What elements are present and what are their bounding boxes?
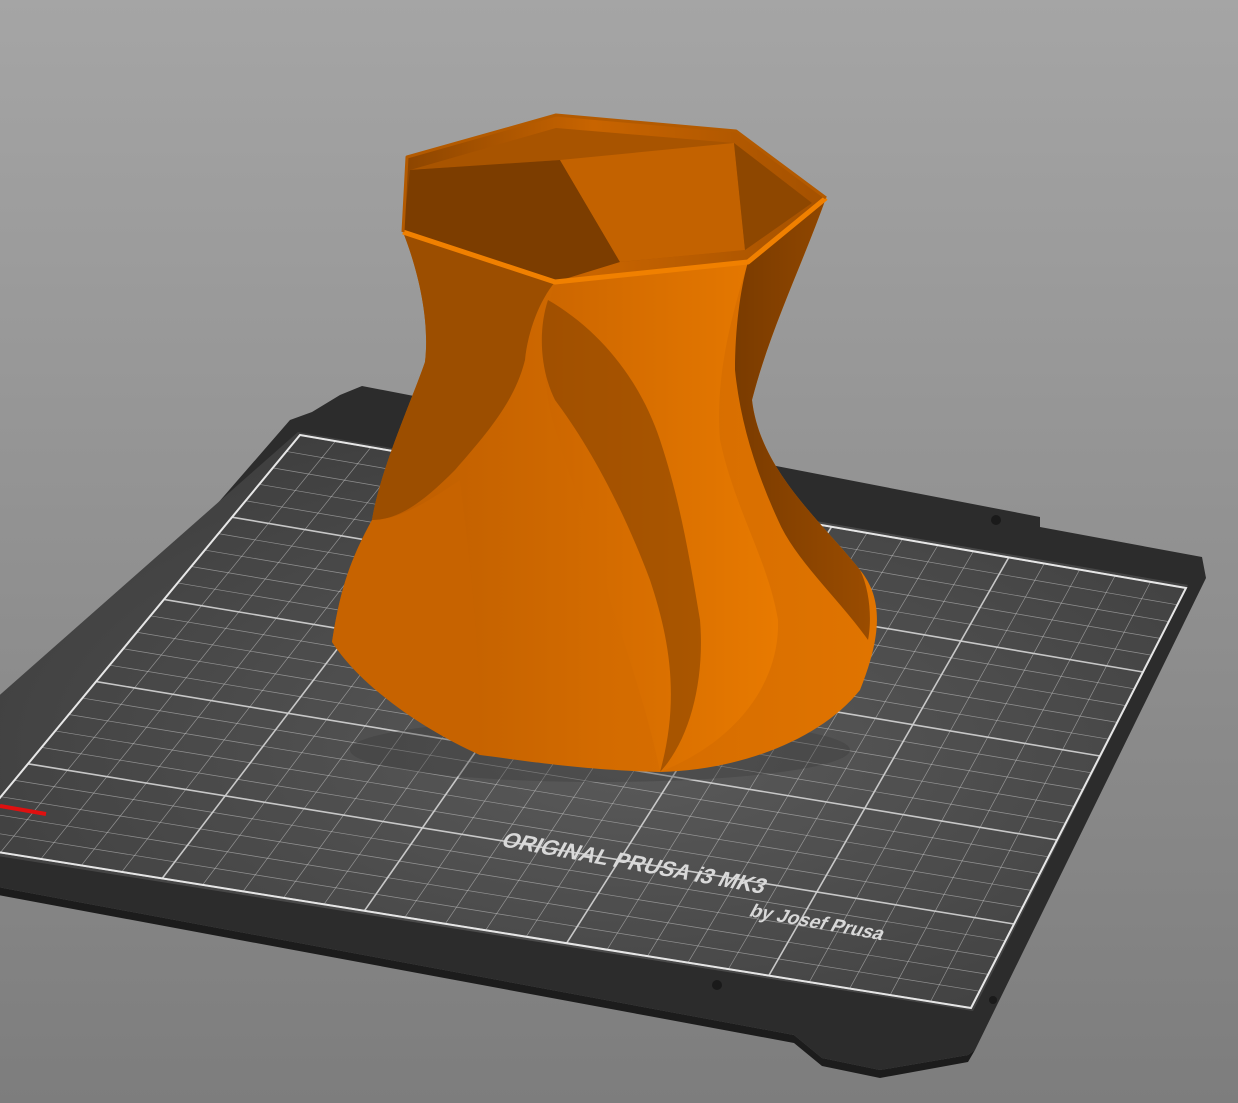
bed-screw	[991, 515, 1001, 525]
bed-screw	[712, 980, 722, 990]
bed-screw	[989, 996, 997, 1004]
3d-scene[interactable]: ORIGINAL PRUSA i3 MK3 by Josef Prusa	[0, 0, 1238, 1103]
3d-viewport[interactable]: ORIGINAL PRUSA i3 MK3 by Josef Prusa	[0, 0, 1238, 1103]
